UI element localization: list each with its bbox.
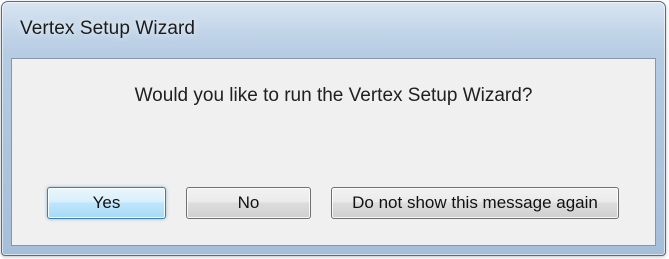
- dialog-body: Would you like to run the Vertex Setup W…: [11, 58, 656, 246]
- dialog-message: Would you like to run the Vertex Setup W…: [134, 85, 533, 106]
- no-button[interactable]: No: [186, 187, 311, 219]
- do-not-show-again-button[interactable]: Do not show this message again: [331, 187, 619, 219]
- window-title: Vertex Setup Wizard: [20, 18, 196, 39]
- title-bar[interactable]: Vertex Setup Wizard: [2, 2, 665, 58]
- dialog-window: Vertex Setup Wizard Would you like to ru…: [1, 1, 666, 256]
- yes-button[interactable]: Yes: [47, 187, 166, 219]
